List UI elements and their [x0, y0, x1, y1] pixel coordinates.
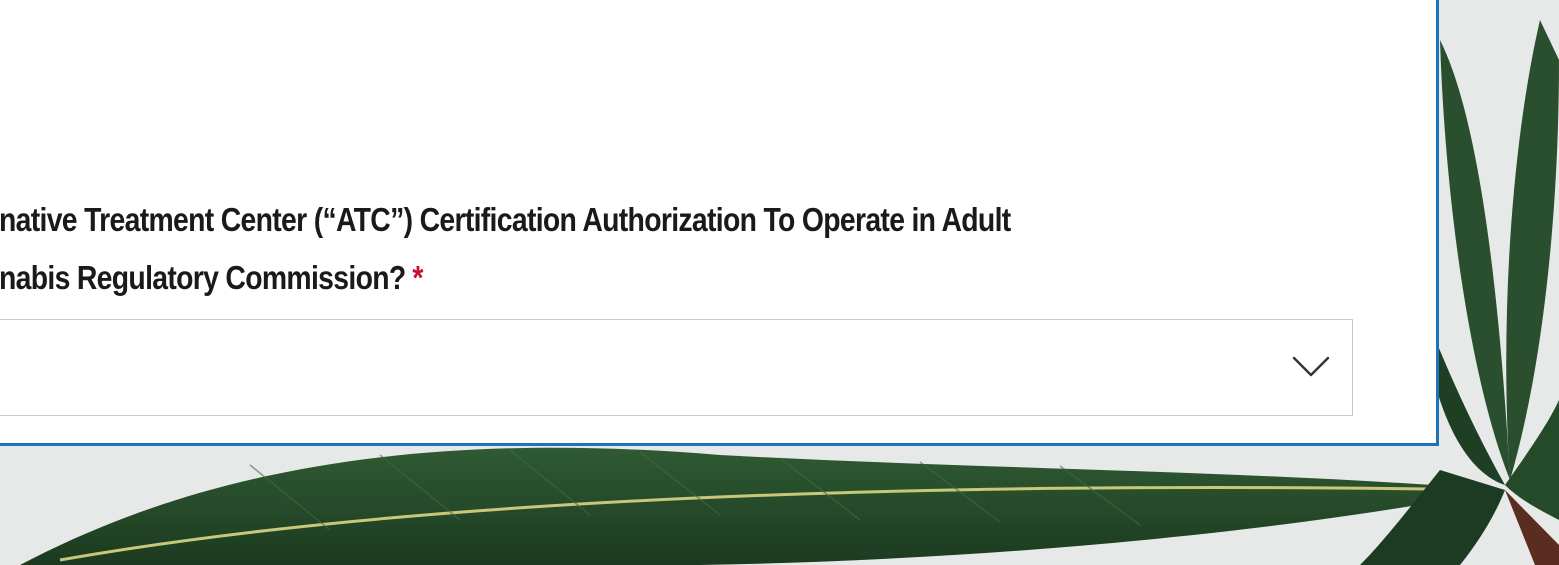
question-label: native Treatment Center (“ATC”) Certific… — [0, 191, 1117, 307]
question-text-line-2-text: nabis Regulatory Commission? — [0, 259, 406, 296]
answer-dropdown[interactable] — [0, 319, 1353, 416]
question-text-line-1: native Treatment Center (“ATC”) Certific… — [0, 201, 1011, 238]
form-card: native Treatment Center (“ATC”) Certific… — [0, 0, 1439, 446]
required-marker: * — [412, 259, 423, 296]
question-text-line-2: nabis Regulatory Commission? * — [0, 249, 1117, 307]
chevron-down-icon[interactable] — [1292, 355, 1330, 379]
